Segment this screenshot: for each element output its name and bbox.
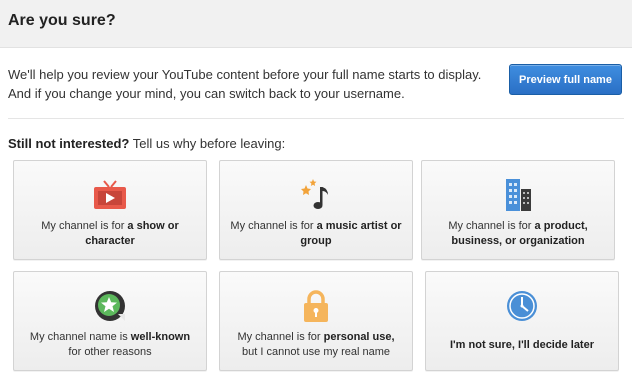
label-bold: personal use,	[323, 331, 395, 343]
reason-card-label: My channel is for a music artist or grou…	[230, 219, 402, 249]
buildings-icon	[506, 179, 531, 211]
label-pre: My channel name is	[29, 331, 131, 343]
reason-card-label: My channel is for a product, business, o…	[432, 219, 604, 249]
reason-card-well-known[interactable]: My channel name is well-known for other …	[13, 271, 207, 371]
reason-card-music[interactable]: My channel is for a music artist or grou…	[219, 160, 413, 260]
reason-card-show[interactable]: My channel is for a show or character	[13, 160, 207, 260]
label-post: for other reasons	[68, 346, 152, 358]
reasons-heading-rest: Tell us why before leaving:	[129, 136, 286, 151]
label-pre: My channel is for	[237, 331, 324, 343]
label-post: but I cannot use my real name	[242, 346, 390, 358]
label-bold: I'm not sure, I'll decide later	[450, 339, 594, 351]
tv-icon	[94, 180, 126, 209]
preview-full-name-button[interactable]: Preview full name	[509, 64, 622, 95]
star-badge-icon	[95, 291, 125, 321]
label-pre: My channel is for	[448, 220, 535, 232]
intro-line-2: And if you change your mind, you can swi…	[8, 86, 405, 101]
divider	[8, 118, 624, 119]
page-title: Are you sure?	[8, 12, 116, 29]
reason-card-not-sure[interactable]: I'm not sure, I'll decide later	[425, 271, 619, 371]
label-pre: My channel is for	[41, 220, 128, 232]
reason-card-business[interactable]: My channel is for a product, business, o…	[421, 160, 615, 260]
reason-card-label: My channel is for a show or character	[24, 219, 196, 249]
reason-card-label: My channel name is well-known for other …	[24, 330, 196, 360]
reason-card-label: I'm not sure, I'll decide later	[436, 338, 608, 353]
reason-card-label: My channel is for personal use, but I ca…	[230, 330, 402, 360]
intro-text: We'll help you review your YouTube conte…	[8, 65, 498, 103]
label-bold: well-known	[130, 331, 191, 343]
clock-icon	[507, 291, 537, 321]
intro-line-1: We'll help you review your YouTube conte…	[8, 67, 482, 82]
music-note-icon	[301, 179, 328, 209]
reason-card-personal[interactable]: My channel is for personal use, but I ca…	[219, 271, 413, 371]
reasons-heading-bold: Still not interested?	[8, 136, 130, 151]
lock-icon	[304, 290, 328, 322]
dialog-header: Are you sure?	[0, 0, 632, 48]
reasons-heading: Still not interested? Tell us why before…	[8, 136, 285, 151]
label-pre: My channel is for	[230, 220, 317, 232]
